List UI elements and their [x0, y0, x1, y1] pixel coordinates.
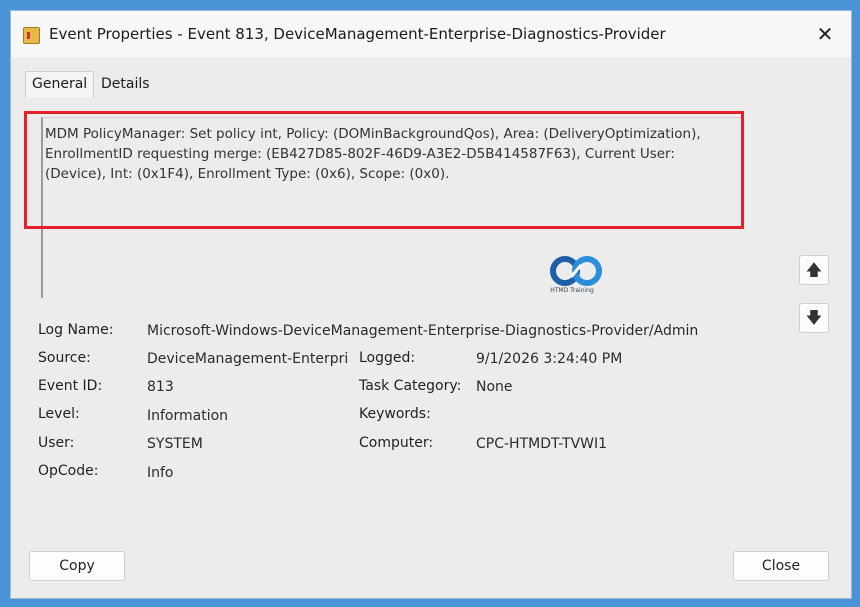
computer-label: Computer: [359, 435, 434, 451]
level-value: Information [147, 408, 229, 424]
window-title: Event Properties - Event 813, DeviceMana… [49, 25, 666, 43]
source-label: Source: [38, 350, 91, 366]
logged-label: Logged: [359, 350, 416, 366]
event-properties-window: Event Properties - Event 813, DeviceMana… [10, 10, 852, 599]
close-button[interactable]: Close [733, 551, 829, 581]
tab-details[interactable]: Details [101, 76, 150, 92]
log-name-label: Log Name: [38, 322, 114, 338]
event-id-value: 813 [147, 379, 174, 395]
arrow-up-icon: 🡅 [805, 260, 823, 279]
next-event-button[interactable]: 🡇 [799, 303, 829, 333]
copy-button[interactable]: Copy [29, 551, 125, 581]
task-category-label: Task Category: [359, 378, 462, 394]
keywords-label: Keywords: [359, 406, 431, 422]
opcode-label: OpCode: [38, 463, 99, 479]
event-viewer-icon [23, 27, 40, 44]
title-bar: Event Properties - Event 813, DeviceMana… [11, 11, 851, 57]
arrow-down-icon: 🡇 [805, 308, 823, 327]
task-category-value: None [476, 379, 513, 395]
opcode-value: Info [147, 465, 174, 481]
level-label: Level: [38, 406, 80, 422]
logged-value: 9/1/2026 3:24:40 PM [476, 351, 623, 367]
event-id-label: Event ID: [38, 378, 103, 394]
source-value: DeviceManagement-Enterpri [147, 351, 349, 367]
computer-value: CPC-HTMDT-TVWI1 [476, 436, 608, 452]
user-value: SYSTEM [147, 436, 203, 452]
tab-general[interactable]: General [25, 71, 95, 98]
user-label: User: [38, 435, 75, 451]
previous-event-button[interactable]: 🡅 [799, 255, 829, 285]
log-name-value: Microsoft-Windows-DeviceManagement-Enter… [147, 323, 699, 339]
close-icon[interactable]: ✕ [813, 23, 837, 45]
watermark-caption: HTMD Training [550, 287, 594, 294]
highlight-annotation [24, 111, 744, 229]
